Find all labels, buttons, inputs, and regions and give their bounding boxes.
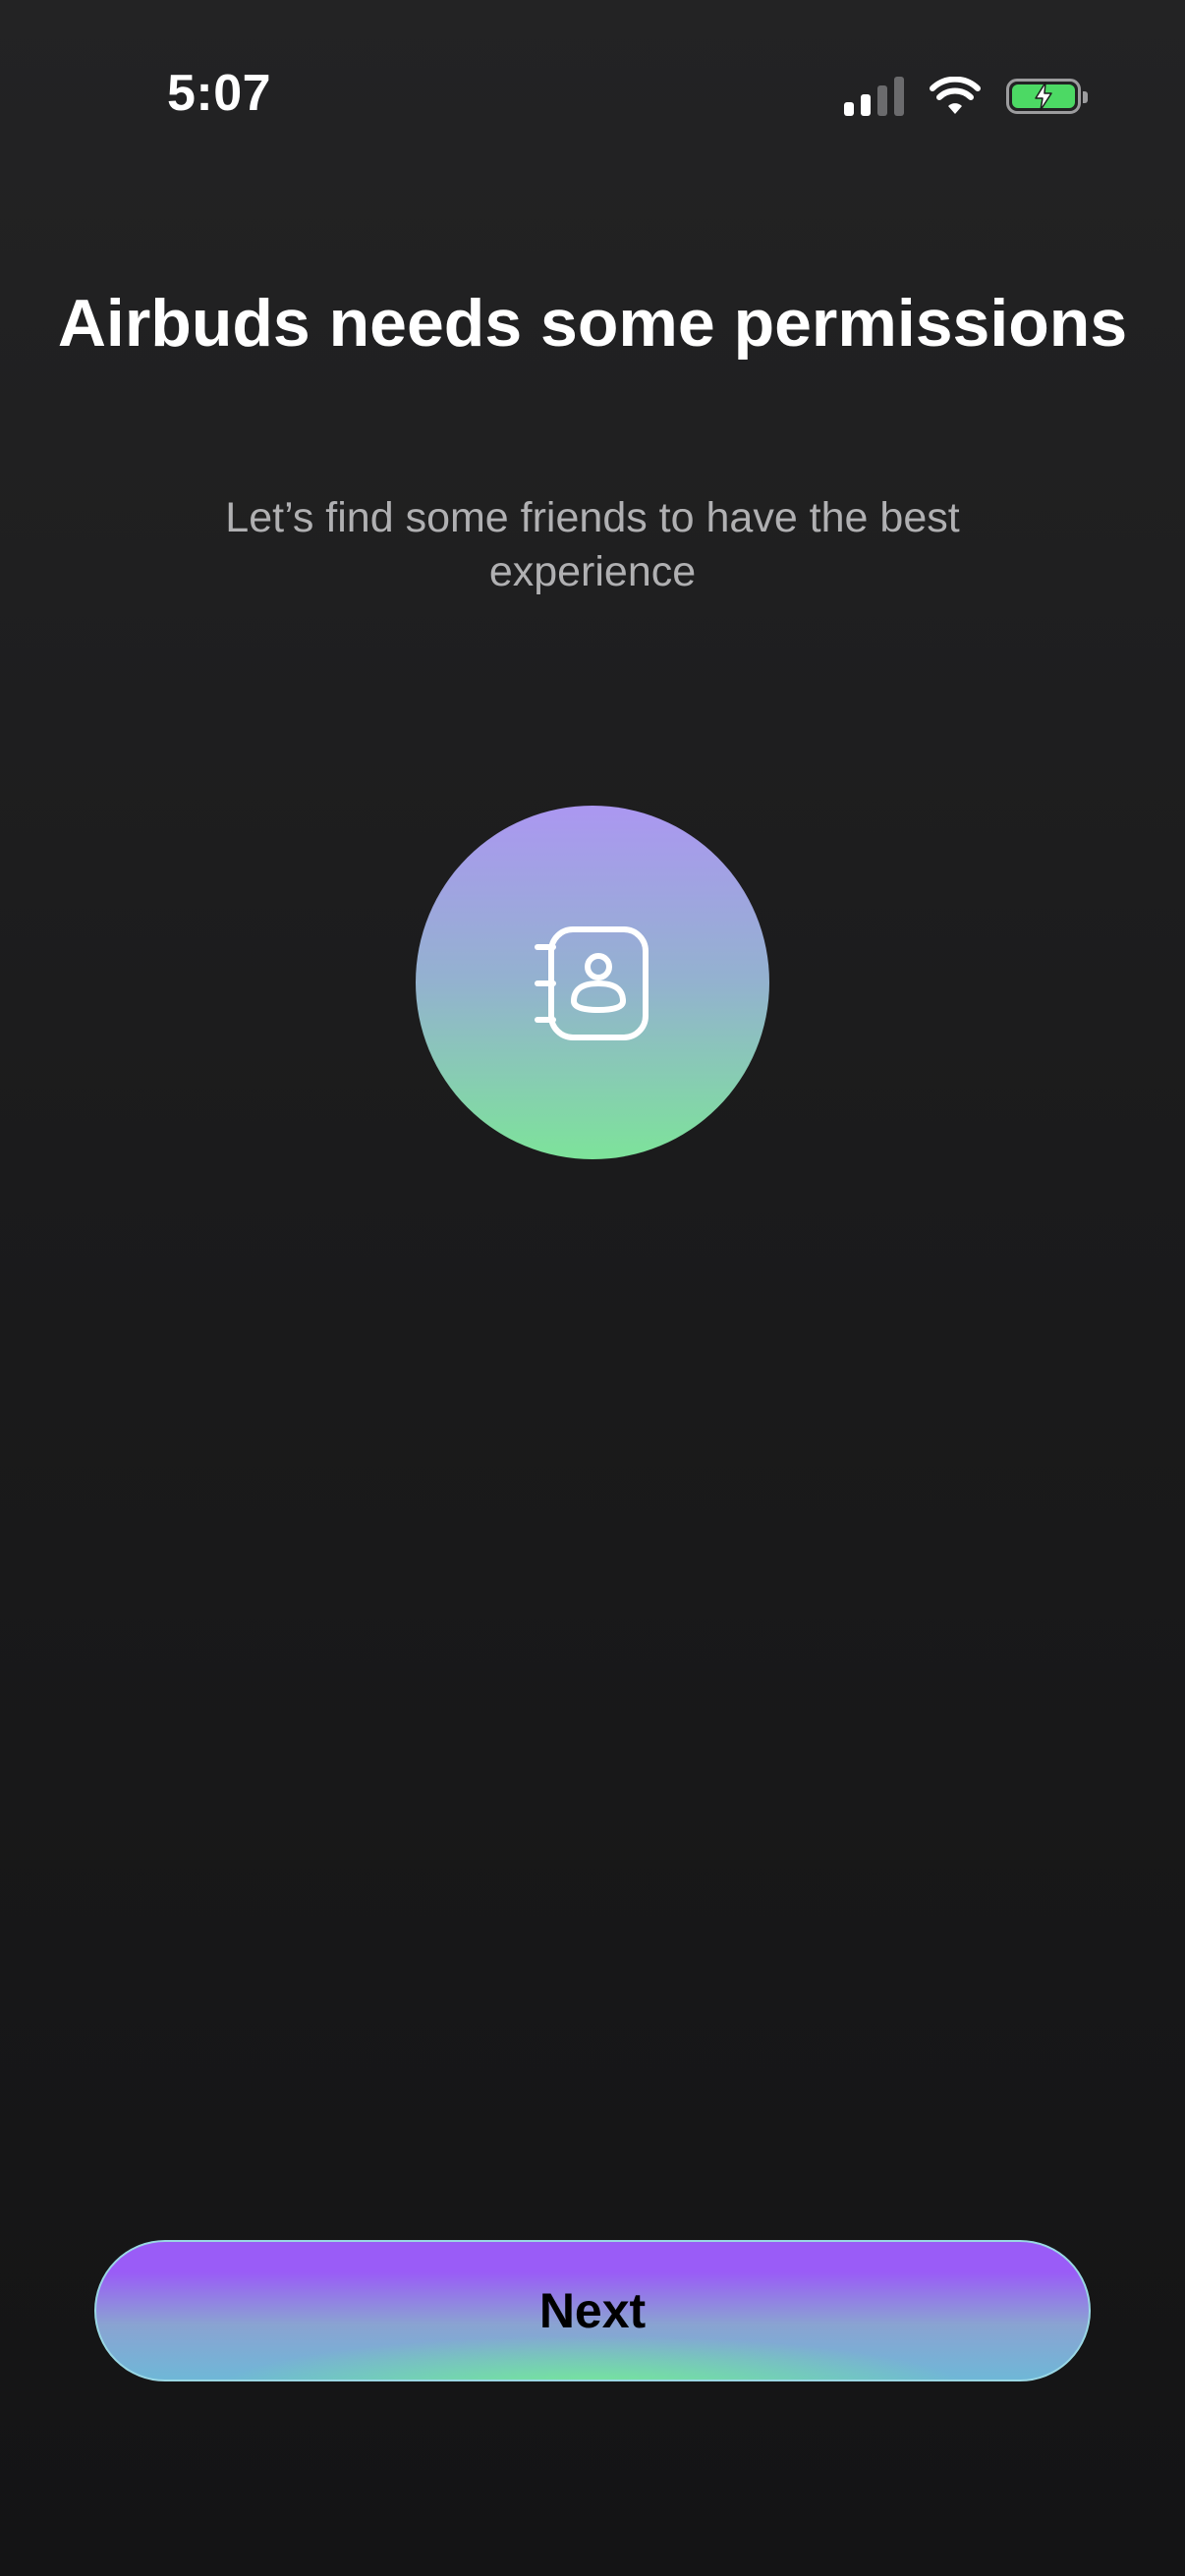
page-subtitle: Let’s find some friends to have the best… [225,494,960,595]
contacts-book-icon [535,926,649,1040]
permission-illustration [416,806,769,1159]
cellular-signal-icon [844,77,904,116]
battery-charging-icon [1006,79,1088,114]
status-icons [844,69,1088,124]
next-button[interactable]: Next [94,2240,1091,2381]
page-title: Airbuds needs some permissions [57,286,1128,361]
status-time: 5:07 [167,65,272,122]
wifi-icon [930,77,981,114]
status-bar: 5:07 [0,0,1185,187]
next-button-label: Next [538,2283,647,2338]
